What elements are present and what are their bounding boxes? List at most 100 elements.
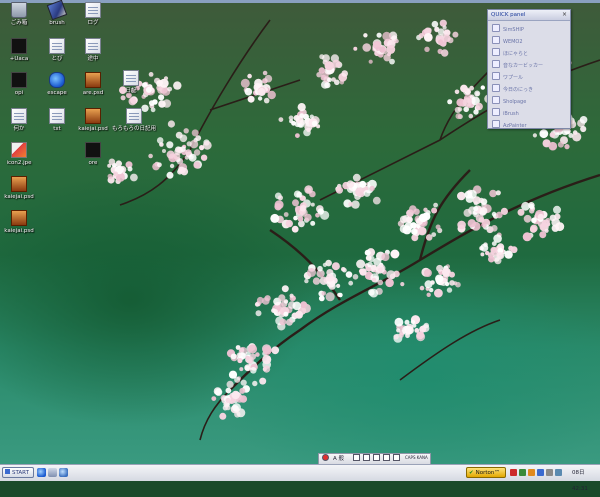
blossom-petal	[283, 212, 289, 217]
desktop-icon-are-psd[interactable]: are.psd	[74, 72, 112, 96]
blossom-petal	[368, 59, 373, 64]
desktop-icon-kaiejai-psd-3[interactable]: kaiejai.psd	[0, 210, 38, 234]
blossom-petal	[295, 133, 300, 139]
app-icon	[492, 108, 500, 116]
network-icon[interactable]	[555, 469, 562, 476]
desktop-icon-label: kaiejai.psd	[78, 126, 108, 132]
start-button[interactable]: START	[2, 467, 34, 478]
desktop-icon-uaca[interactable]: +Uaca	[0, 38, 38, 62]
desktop-icon-kaiejai-psd-2[interactable]: kaiejai.psd	[0, 176, 38, 200]
desktop-icon-tochu[interactable]: 途中	[74, 38, 112, 62]
blossom-petal	[532, 133, 538, 138]
tray-icon[interactable]	[528, 469, 535, 476]
blossom-petal	[237, 357, 243, 364]
start-button-label: START	[12, 470, 29, 476]
blossom-petal	[262, 297, 270, 305]
blossom-petal	[202, 140, 212, 150]
desktop-icon-label: icon2.jpe	[6, 160, 32, 166]
desktop-icon-moromoro-nikki[interactable]: もろもろの日記用	[112, 108, 156, 132]
blossom-petal	[285, 219, 293, 228]
quick-panel-item-wemo2[interactable]: WEMO2	[488, 36, 570, 45]
quick-panel-item-color-picker[interactable]: 音なカービッカー	[488, 60, 570, 69]
desktop-icon-ore[interactable]: ore	[74, 142, 112, 166]
quick-panel-titlebar[interactable]: QUICK panel ×	[488, 10, 570, 21]
ime-dictionary-icon[interactable]	[383, 454, 390, 461]
blossom-petal	[389, 58, 395, 65]
desktop-icon-log[interactable]: ログ	[74, 2, 112, 26]
quick-panel-item-azpainter[interactable]: AzPainter	[488, 120, 570, 129]
app-icon	[492, 60, 500, 68]
ime-pad-icon[interactable]	[353, 454, 360, 461]
quicklaunch-desktop-icon[interactable]	[48, 468, 57, 477]
blossom-petal	[467, 219, 476, 228]
quick-panel-item-honyarato[interactable]: ほにゃらと	[488, 48, 570, 57]
blossom-petal	[244, 365, 250, 371]
desktop-icon-kaiejai-psd[interactable]: kaiejai.psd	[74, 108, 112, 132]
desktop-icon-nikki[interactable]: 日記	[112, 70, 150, 94]
quick-panel-item-today-diary[interactable]: 今日のにっき	[488, 84, 570, 93]
blossom-petal	[449, 271, 455, 278]
ime-mode-icon[interactable]	[322, 454, 329, 461]
desktop-icon-brush[interactable]: brush	[38, 0, 76, 26]
quick-panel-item-wapool[interactable]: ワプール	[488, 72, 570, 81]
desktop-icon-nanika[interactable]: 何か	[0, 108, 38, 132]
blossom-petal	[510, 246, 518, 254]
blossom-petal	[166, 150, 175, 159]
document-icon	[49, 38, 65, 54]
desktop-icon-label: もろもろの日記用	[112, 126, 157, 132]
desktop-icon-label: opi	[14, 90, 24, 96]
blossom-petal	[431, 20, 439, 28]
image-file-icon	[11, 142, 27, 158]
blossom-petal	[162, 149, 166, 153]
blossom-petal	[346, 180, 355, 188]
quick-panel-item-sholpage[interactable]: Sholpage	[488, 96, 570, 105]
blossom-petal	[455, 113, 462, 120]
quick-panel-item-simship[interactable]: SimSHIP	[488, 24, 570, 33]
blossom-petal	[240, 379, 247, 386]
desktop-icon-opi[interactable]: opi	[0, 72, 38, 96]
quicklaunch-app-icon[interactable]	[59, 468, 68, 477]
document-icon	[85, 2, 101, 18]
blossom-petal	[345, 271, 353, 278]
close-icon[interactable]: ×	[561, 11, 568, 18]
norton-antivirus-badge[interactable]: ✔ Norton™	[466, 467, 506, 478]
blossom-petal	[409, 205, 417, 213]
blossom-petal	[236, 408, 246, 418]
blossom-petal	[371, 277, 377, 283]
blossom-petal	[331, 262, 340, 271]
desktop-icon-txt[interactable]: txt	[38, 108, 76, 132]
desktop-icon-label: とび	[51, 56, 63, 62]
blossom-petal	[231, 390, 240, 400]
blossom-petal	[279, 318, 287, 326]
tray-icon[interactable]	[510, 469, 517, 476]
desktop-icon-tobi[interactable]: とび	[38, 38, 76, 62]
blossom-petal	[436, 264, 444, 272]
desktop-icon-label: ごみ箱	[10, 20, 28, 26]
blossom-petal	[399, 215, 408, 224]
quick-panel-item-ibrush[interactable]: iBrush	[488, 108, 570, 117]
blossom-petal	[423, 269, 432, 277]
blossom-petal	[523, 214, 532, 223]
desktop-icon-icon2-jpe[interactable]: icon2.jpe	[0, 142, 38, 166]
image-file-icon	[85, 72, 101, 88]
blossom-petal	[292, 199, 299, 207]
blossom-petal	[318, 67, 325, 74]
blossom-petal	[263, 97, 270, 104]
tray-icon[interactable]	[519, 469, 526, 476]
blossom-petal	[336, 283, 341, 288]
ime-tool-icon[interactable]	[363, 454, 370, 461]
blossom-petal	[184, 155, 190, 160]
quicklaunch-browser-icon[interactable]	[37, 468, 46, 477]
start-icon	[5, 469, 10, 474]
desktop-icon-recycle-bin[interactable]: ごみ箱	[0, 2, 38, 26]
ime-pencil-icon[interactable]	[373, 454, 380, 461]
tray-icon[interactable]	[537, 469, 544, 476]
desktop-icon-escape[interactable]: escape	[38, 72, 76, 96]
taskbar-clock[interactable]: 08日42:31	[572, 465, 600, 497]
blossom-petal	[262, 345, 272, 355]
blossom-petal	[120, 95, 126, 101]
blossom-petal	[327, 77, 332, 83]
volume-icon[interactable]	[546, 469, 553, 476]
ime-help-icon[interactable]	[393, 454, 400, 461]
blossom-petal	[485, 250, 490, 256]
